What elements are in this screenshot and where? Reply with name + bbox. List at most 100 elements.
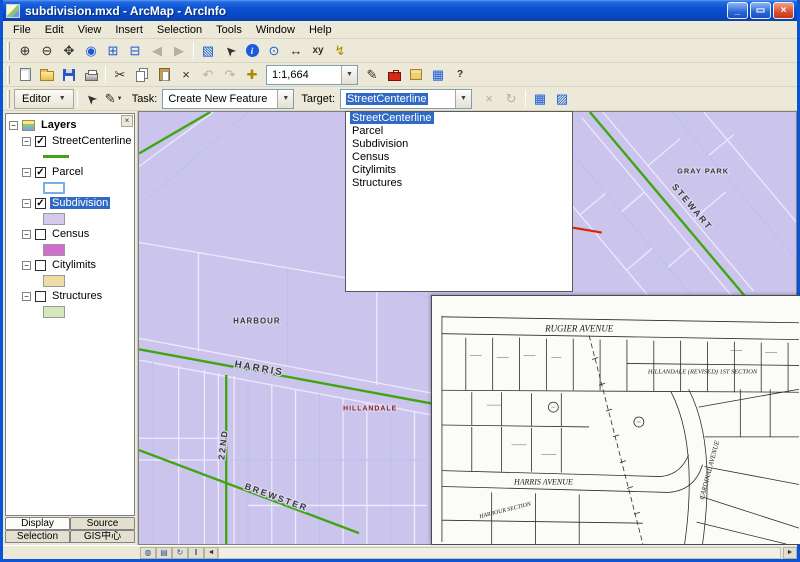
task-combo[interactable]: Create New Feature ▼ — [162, 89, 294, 109]
toolbar-grip[interactable] — [7, 90, 10, 108]
expand-minus-icon[interactable]: − — [22, 168, 31, 177]
menu-insert[interactable]: Insert — [108, 22, 150, 38]
menu-view[interactable]: View — [71, 22, 109, 38]
scale-dropdown-button[interactable]: ▼ — [341, 66, 357, 84]
dropdown-item-streetcenterline[interactable]: StreetCenterline — [346, 112, 572, 125]
close-button[interactable]: × — [773, 2, 794, 19]
expand-minus-icon[interactable]: − — [22, 230, 31, 239]
tab-gis-center[interactable]: GIS中心 — [70, 530, 135, 543]
target-dropdown-button[interactable]: ▼ — [455, 90, 471, 108]
layer-checkbox[interactable]: ✓ — [35, 136, 46, 147]
map-scale-value[interactable]: 1:1,664 — [267, 69, 341, 81]
layer-name[interactable]: Parcel — [50, 166, 85, 178]
maximize-button[interactable]: ▭ — [750, 2, 771, 19]
sketch-tool-button[interactable]: ✎▼ — [103, 89, 125, 109]
menu-help[interactable]: Help — [302, 22, 339, 38]
expand-minus-icon[interactable]: − — [22, 292, 31, 301]
dropdown-item-subdivision[interactable]: Subdivision — [346, 138, 572, 151]
measure-button[interactable]: ↔ — [285, 41, 307, 61]
sketch-properties-button[interactable]: ▨ — [551, 89, 573, 109]
cut-button[interactable]: ✂ — [109, 65, 131, 85]
toolbar-grip[interactable] — [7, 42, 10, 60]
layer-name[interactable]: StreetCenterline — [50, 135, 134, 147]
layer-checkbox[interactable] — [35, 229, 46, 240]
data-view-button[interactable]: ◍ — [140, 547, 156, 559]
pan-button[interactable]: ✥ — [58, 41, 80, 61]
split-tool-button[interactable]: × — [478, 89, 500, 109]
toc-layer-parcel[interactable]: − ✓ Parcel — [6, 164, 134, 180]
new-map-button[interactable] — [14, 65, 36, 85]
menu-window[interactable]: Window — [249, 22, 302, 38]
menu-selection[interactable]: Selection — [150, 22, 209, 38]
copy-button[interactable] — [131, 65, 153, 85]
select-features-button[interactable]: ▧ — [197, 41, 219, 61]
redo-button[interactable]: ↷ — [219, 65, 241, 85]
layer-name[interactable]: Census — [50, 228, 91, 240]
toc-root-label[interactable]: Layers — [39, 119, 78, 131]
identify-button[interactable]: i — [241, 41, 263, 61]
layer-name[interactable]: Structures — [50, 290, 104, 302]
edit-tool-button[interactable]: ➤ — [81, 89, 103, 109]
arccatalog-button[interactable] — [405, 65, 427, 85]
scroll-left-button[interactable]: ◄ — [204, 547, 218, 559]
print-button[interactable] — [80, 65, 102, 85]
tab-display[interactable]: Display — [5, 517, 70, 530]
rotate-tool-button[interactable]: ↻ — [500, 89, 522, 109]
dropdown-item-citylimits[interactable]: Citylimits — [346, 164, 572, 177]
hyperlink-button[interactable]: ↯ — [329, 41, 351, 61]
layer-checkbox[interactable] — [35, 291, 46, 302]
select-elements-button[interactable]: ➤ — [219, 41, 241, 61]
expand-minus-icon[interactable]: − — [22, 137, 31, 146]
menu-edit[interactable]: Edit — [38, 22, 71, 38]
task-dropdown-button[interactable]: ▼ — [277, 90, 293, 108]
zoom-in-button[interactable]: ⊕ — [14, 41, 36, 61]
paste-button[interactable] — [153, 65, 175, 85]
expand-minus-icon[interactable]: − — [22, 199, 31, 208]
map-scale-combo[interactable]: 1:1,664 ▼ — [266, 65, 358, 85]
task-value[interactable]: Create New Feature — [163, 93, 277, 105]
zoom-out-button[interactable]: ⊖ — [36, 41, 58, 61]
toc-layer-streetcenterline[interactable]: − ✓ StreetCenterline — [6, 133, 134, 149]
menu-tools[interactable]: Tools — [209, 22, 249, 38]
toolbar-grip[interactable] — [7, 66, 10, 84]
scroll-right-button[interactable]: ► — [783, 547, 797, 559]
go-to-xy-button[interactable]: xy — [307, 41, 329, 61]
undo-button[interactable]: ↶ — [197, 65, 219, 85]
target-value[interactable]: StreetCenterline — [341, 93, 455, 105]
layer-name-selected[interactable]: Subdivision — [50, 197, 110, 209]
layout-view-button[interactable]: ▤ — [156, 547, 172, 559]
expand-minus-icon[interactable]: − — [22, 261, 31, 270]
expand-minus-icon[interactable]: − — [9, 121, 18, 130]
refresh-view-button[interactable]: ↻ — [172, 547, 188, 559]
toc-layer-census[interactable]: − Census — [6, 226, 134, 242]
dropdown-item-census[interactable]: Census — [346, 151, 572, 164]
layer-checkbox[interactable] — [35, 260, 46, 271]
attributes-button[interactable]: ▦ — [529, 89, 551, 109]
menu-file[interactable]: File — [6, 22, 38, 38]
toc-layer-structures[interactable]: − Structures — [6, 288, 134, 304]
full-extent-button[interactable]: ◉ — [80, 41, 102, 61]
command-window-button[interactable]: ▦ — [427, 65, 449, 85]
layer-name[interactable]: Citylimits — [50, 259, 98, 271]
go-forward-extent-button[interactable]: ▶ — [168, 41, 190, 61]
toc-layer-citylimits[interactable]: − Citylimits — [6, 257, 134, 273]
arctoolbox-button[interactable] — [383, 65, 405, 85]
fixed-zoom-out-button[interactable]: ⊟ — [124, 41, 146, 61]
toc-root-row[interactable]: − Layers — [6, 117, 134, 133]
toc-layer-subdivision[interactable]: − ✓ Subdivision — [6, 195, 134, 211]
horizontal-scrollbar-track[interactable] — [218, 547, 781, 559]
tab-source[interactable]: Source — [70, 517, 135, 530]
save-button[interactable] — [58, 65, 80, 85]
editor-menu-button[interactable]: Editor ▼ — [14, 89, 74, 109]
find-button[interactable]: ⊙ — [263, 41, 285, 61]
layer-checkbox[interactable]: ✓ — [35, 198, 46, 209]
minimize-button[interactable]: _ — [727, 2, 748, 19]
pause-drawing-button[interactable]: ‖ — [188, 547, 204, 559]
delete-button[interactable]: × — [175, 65, 197, 85]
tab-selection[interactable]: Selection — [5, 530, 70, 543]
go-back-extent-button[interactable]: ◀ — [146, 41, 168, 61]
editor-toolbar-toggle-button[interactable]: ✎ — [361, 65, 383, 85]
whats-this-help-button[interactable]: ? — [449, 65, 471, 85]
open-button[interactable] — [36, 65, 58, 85]
toc-close-button[interactable]: × — [121, 115, 133, 127]
